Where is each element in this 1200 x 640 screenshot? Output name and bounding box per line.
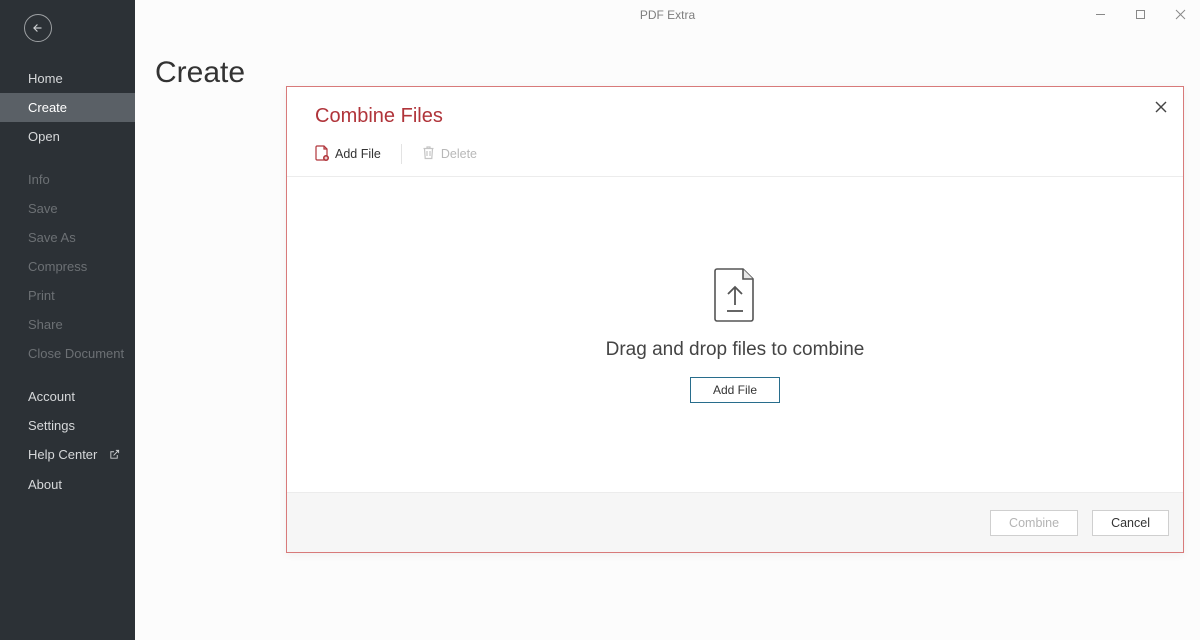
dialog-body[interactable]: Drag and drop files to combine Add File (287, 177, 1183, 492)
external-link-icon (109, 448, 120, 463)
close-icon (1155, 101, 1167, 113)
sidebar-item-label: Settings (28, 418, 75, 433)
sidebar: Home Create Open Info Save Save As Compr… (0, 0, 135, 640)
sidebar-item-label: Help Center (28, 447, 97, 462)
window-controls (1080, 0, 1200, 28)
combine-files-dialog: Combine Files Add File (286, 86, 1184, 553)
sidebar-item-label: Open (28, 129, 60, 144)
arrow-left-icon (31, 21, 45, 35)
sidebar-item-compress: Compress (0, 252, 135, 281)
sidebar-item-create[interactable]: Create (0, 93, 135, 122)
sidebar-item-about[interactable]: About (0, 470, 135, 499)
upload-file-icon (713, 267, 757, 323)
toolbar-delete-button: Delete (422, 145, 497, 163)
dialog-header: Combine Files (287, 87, 1183, 128)
sidebar-item-open[interactable]: Open (0, 122, 135, 151)
toolbar-separator (401, 144, 402, 164)
sidebar-item-label: Share (28, 317, 63, 332)
main-area: PDF Extra Create Combine Files (135, 0, 1200, 640)
app-title: PDF Extra (640, 8, 695, 22)
dialog-title: Combine Files (315, 105, 1155, 128)
app-root: Home Create Open Info Save Save As Compr… (0, 0, 1200, 640)
sidebar-item-home[interactable]: Home (0, 64, 135, 93)
sidebar-item-account[interactable]: Account (0, 382, 135, 411)
file-add-icon (315, 145, 329, 164)
back-button[interactable] (24, 14, 52, 42)
cancel-button[interactable]: Cancel (1092, 510, 1169, 536)
dialog-toolbar: Add File Delete (287, 128, 1183, 177)
sidebar-item-label: Create (28, 100, 67, 115)
sidebar-item-label: Home (28, 71, 63, 86)
sidebar-item-label: Print (28, 288, 55, 303)
sidebar-item-label: Save As (28, 230, 76, 245)
drop-instruction-text: Drag and drop files to combine (606, 339, 865, 361)
trash-icon (422, 145, 435, 163)
sidebar-item-label: Compress (28, 259, 87, 274)
sidebar-item-label: Save (28, 201, 58, 216)
toolbar-add-file-button[interactable]: Add File (315, 145, 401, 164)
maximize-icon (1135, 9, 1146, 20)
close-window-button[interactable] (1160, 0, 1200, 28)
combine-button: Combine (990, 510, 1078, 536)
sidebar-item-label: Info (28, 172, 50, 187)
page-title: Create (155, 56, 245, 90)
toolbar-add-file-label: Add File (335, 147, 381, 161)
toolbar-delete-label: Delete (441, 147, 477, 161)
sidebar-item-share: Share (0, 310, 135, 339)
minimize-button[interactable] (1080, 0, 1120, 28)
sidebar-item-info: Info (0, 165, 135, 194)
sidebar-item-print: Print (0, 281, 135, 310)
sidebar-item-close-document: Close Document (0, 339, 135, 368)
sidebar-item-label: About (28, 477, 62, 492)
minimize-icon (1095, 9, 1106, 20)
dialog-close-button[interactable] (1149, 95, 1173, 119)
sidebar-item-label: Close Document (28, 346, 124, 361)
sidebar-item-settings[interactable]: Settings (0, 411, 135, 440)
add-file-button[interactable]: Add File (690, 377, 780, 403)
close-icon (1175, 9, 1186, 20)
sidebar-item-save: Save (0, 194, 135, 223)
sidebar-item-label: Account (28, 389, 75, 404)
sidebar-item-help-center[interactable]: Help Center (0, 440, 135, 470)
sidebar-item-save-as: Save As (0, 223, 135, 252)
maximize-button[interactable] (1120, 0, 1160, 28)
titlebar: PDF Extra (135, 0, 1200, 30)
dialog-footer: Combine Cancel (287, 492, 1183, 552)
